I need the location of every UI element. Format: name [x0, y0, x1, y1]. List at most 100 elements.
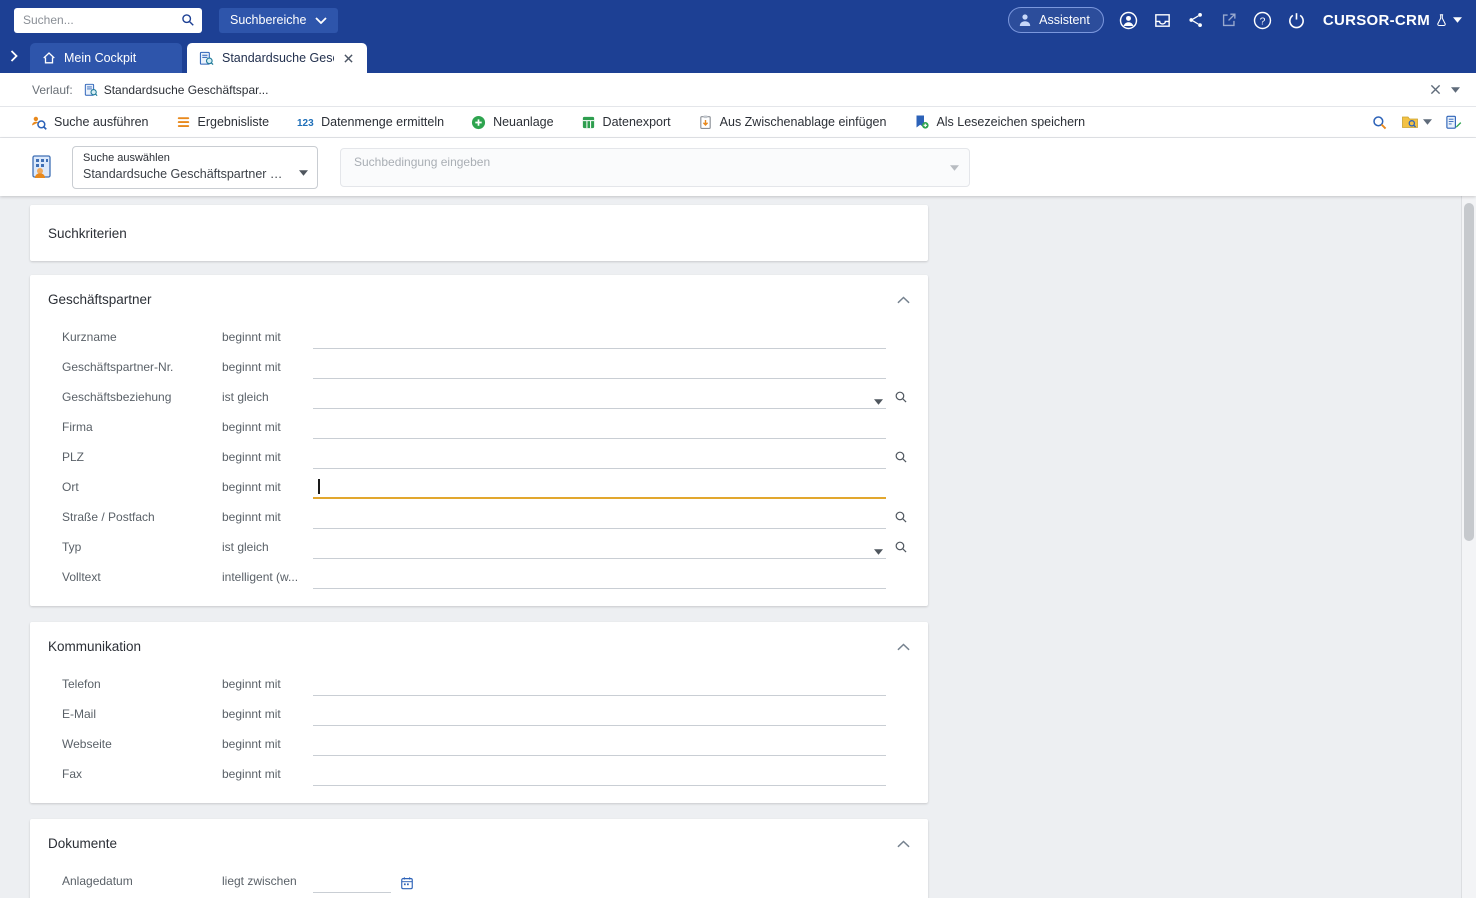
zoom-search-icon[interactable]: [1371, 114, 1388, 131]
saved-searches-icon[interactable]: [1401, 114, 1432, 130]
operator-select[interactable]: beginnt mit: [222, 420, 313, 434]
assistant-label: Assistent: [1039, 13, 1090, 27]
result-list-label: Ergebnisliste: [198, 115, 270, 129]
account-icon[interactable]: [1119, 11, 1138, 30]
criteria-row-geschaeftspartner-nr: Geschäftspartner-Nr. beginnt mit: [30, 352, 928, 382]
lookup-search-icon[interactable]: [893, 509, 909, 525]
operator-select[interactable]: ist gleich: [222, 540, 313, 554]
field-label: E-Mail: [62, 707, 222, 721]
chevron-down-icon[interactable]: [874, 549, 883, 555]
search-condition-field[interactable]: Suchbedingung eingeben: [340, 148, 970, 187]
help-icon[interactable]: ?: [1253, 11, 1272, 30]
criteria-input[interactable]: [313, 388, 886, 409]
criteria-row-typ: Typ ist gleich: [30, 532, 928, 562]
criteria-row-anlagedatum: Anlagedatum liegt zwischen: [30, 866, 928, 896]
criteria-input[interactable]: [313, 508, 886, 529]
paste-clipboard-button[interactable]: Aus Zwischenablage einfügen: [698, 114, 887, 130]
chevron-up-icon[interactable]: [893, 294, 914, 306]
criteria-input[interactable]: [313, 328, 886, 349]
operator-select[interactable]: liegt zwischen: [222, 874, 313, 888]
criteria-input[interactable]: [313, 675, 886, 696]
search-select-label: Suche auswählen: [83, 152, 291, 164]
chevron-down-icon[interactable]: [1451, 87, 1460, 93]
data-export-label: Datenexport: [603, 115, 671, 129]
chevron-down-icon: [1423, 119, 1432, 125]
topbar: Suchbereiche Assistent ? CURSOR-CRM: [0, 0, 1476, 40]
lookup-search-icon[interactable]: [893, 449, 909, 465]
operator-select[interactable]: beginnt mit: [222, 767, 313, 781]
tab-standardsuche[interactable]: Standardsuche Gesc...: [187, 43, 367, 73]
criteria-input[interactable]: [313, 735, 886, 756]
lookup-search-icon[interactable]: [893, 389, 909, 405]
section-title: Dokumente: [48, 836, 117, 851]
section-title: Geschäftspartner: [48, 292, 152, 307]
history-label: Verlauf:: [32, 83, 73, 97]
operator-select[interactable]: beginnt mit: [222, 677, 313, 691]
criteria-input-focused[interactable]: [313, 478, 886, 499]
search-icon[interactable]: [181, 13, 195, 27]
field-label: Kurzname: [62, 330, 222, 344]
criteria-input[interactable]: [313, 765, 886, 786]
tab-mein-cockpit[interactable]: Mein Cockpit: [30, 43, 182, 73]
text-caret: [318, 479, 320, 494]
share-icon[interactable]: [1187, 11, 1205, 29]
clear-history-icon[interactable]: [1430, 84, 1441, 95]
external-link-icon[interactable]: [1220, 11, 1238, 29]
criteria-row-kurzname: Kurzname beginnt mit: [30, 322, 928, 352]
power-icon[interactable]: [1287, 11, 1306, 30]
criteria-input[interactable]: [313, 568, 886, 589]
operator-select[interactable]: ist gleich: [222, 390, 313, 404]
field-label: Firma: [62, 420, 222, 434]
search-areas-button[interactable]: Suchbereiche: [219, 8, 338, 33]
date-from-input[interactable]: [313, 872, 391, 893]
data-export-button[interactable]: Datenexport: [581, 115, 671, 130]
toggle-search-fields-icon[interactable]: [1445, 114, 1462, 131]
search-select-value: Standardsuche Geschäftspartner mit ...: [83, 167, 291, 181]
flask-icon: [1435, 13, 1448, 27]
new-record-button[interactable]: Neuanlage: [471, 115, 553, 130]
assistant-button[interactable]: Assistent: [1008, 7, 1104, 33]
operator-select[interactable]: beginnt mit: [222, 737, 313, 751]
operator-select[interactable]: beginnt mit: [222, 450, 313, 464]
operator-select[interactable]: beginnt mit: [222, 330, 313, 344]
criteria-input[interactable]: [313, 705, 886, 726]
expand-navigation-button[interactable]: [3, 41, 25, 71]
chevron-up-icon[interactable]: [893, 641, 914, 653]
calendar-icon[interactable]: [400, 876, 414, 890]
operator-select[interactable]: beginnt mit: [222, 480, 313, 494]
save-bookmark-button[interactable]: Als Lesezeichen speichern: [913, 114, 1085, 130]
operator-select[interactable]: beginnt mit: [222, 707, 313, 721]
criteria-input[interactable]: [313, 418, 886, 439]
chevron-down-icon: [315, 17, 327, 24]
chevron-down-icon[interactable]: [874, 399, 883, 405]
action-toolbar: Suche ausführen Ergebnisliste 123 Datenm…: [0, 107, 1476, 138]
run-search-button[interactable]: Suche ausführen: [30, 114, 149, 131]
criteria-input[interactable]: [313, 538, 886, 559]
inbox-icon[interactable]: [1153, 11, 1172, 30]
global-search-input[interactable]: [14, 8, 202, 33]
history-item[interactable]: Standardsuche Geschäftspar...: [84, 83, 269, 97]
operator-select[interactable]: beginnt mit: [222, 510, 313, 524]
criteria-input[interactable]: [313, 448, 886, 469]
criteria-row-volltext: Volltext intelligent (w...: [30, 562, 928, 592]
search-select-dropdown[interactable]: Suche auswählen Standardsuche Geschäftsp…: [72, 146, 318, 189]
field-label: Geschäftspartner-Nr.: [62, 360, 222, 374]
brand-logo[interactable]: CURSOR-CRM: [1323, 12, 1462, 29]
criteria-row-fax: Fax beginnt mit: [30, 759, 928, 789]
close-icon[interactable]: [342, 52, 355, 65]
criteria-input[interactable]: [313, 358, 886, 379]
criteria-row-telefon: Telefon beginnt mit: [30, 669, 928, 699]
history-bar: Verlauf: Standardsuche Geschäftspar...: [0, 73, 1476, 107]
scrollbar-thumb[interactable]: [1464, 203, 1474, 541]
chevron-up-icon[interactable]: [893, 838, 914, 850]
operator-select[interactable]: beginnt mit: [222, 360, 313, 374]
count-records-button[interactable]: 123 Datenmenge ermitteln: [296, 115, 444, 129]
result-list-button[interactable]: Ergebnisliste: [176, 115, 270, 129]
tab-bar: Mein Cockpit Standardsuche Gesc...: [0, 40, 1476, 73]
criteria-title-card: Suchkriterien: [30, 205, 928, 261]
operator-select[interactable]: intelligent (w...: [222, 570, 313, 584]
chevron-down-icon: [299, 170, 308, 176]
lookup-search-icon[interactable]: [893, 539, 909, 555]
history-item-label: Standardsuche Geschäftspar...: [104, 83, 269, 97]
vertical-scrollbar[interactable]: [1461, 196, 1476, 898]
